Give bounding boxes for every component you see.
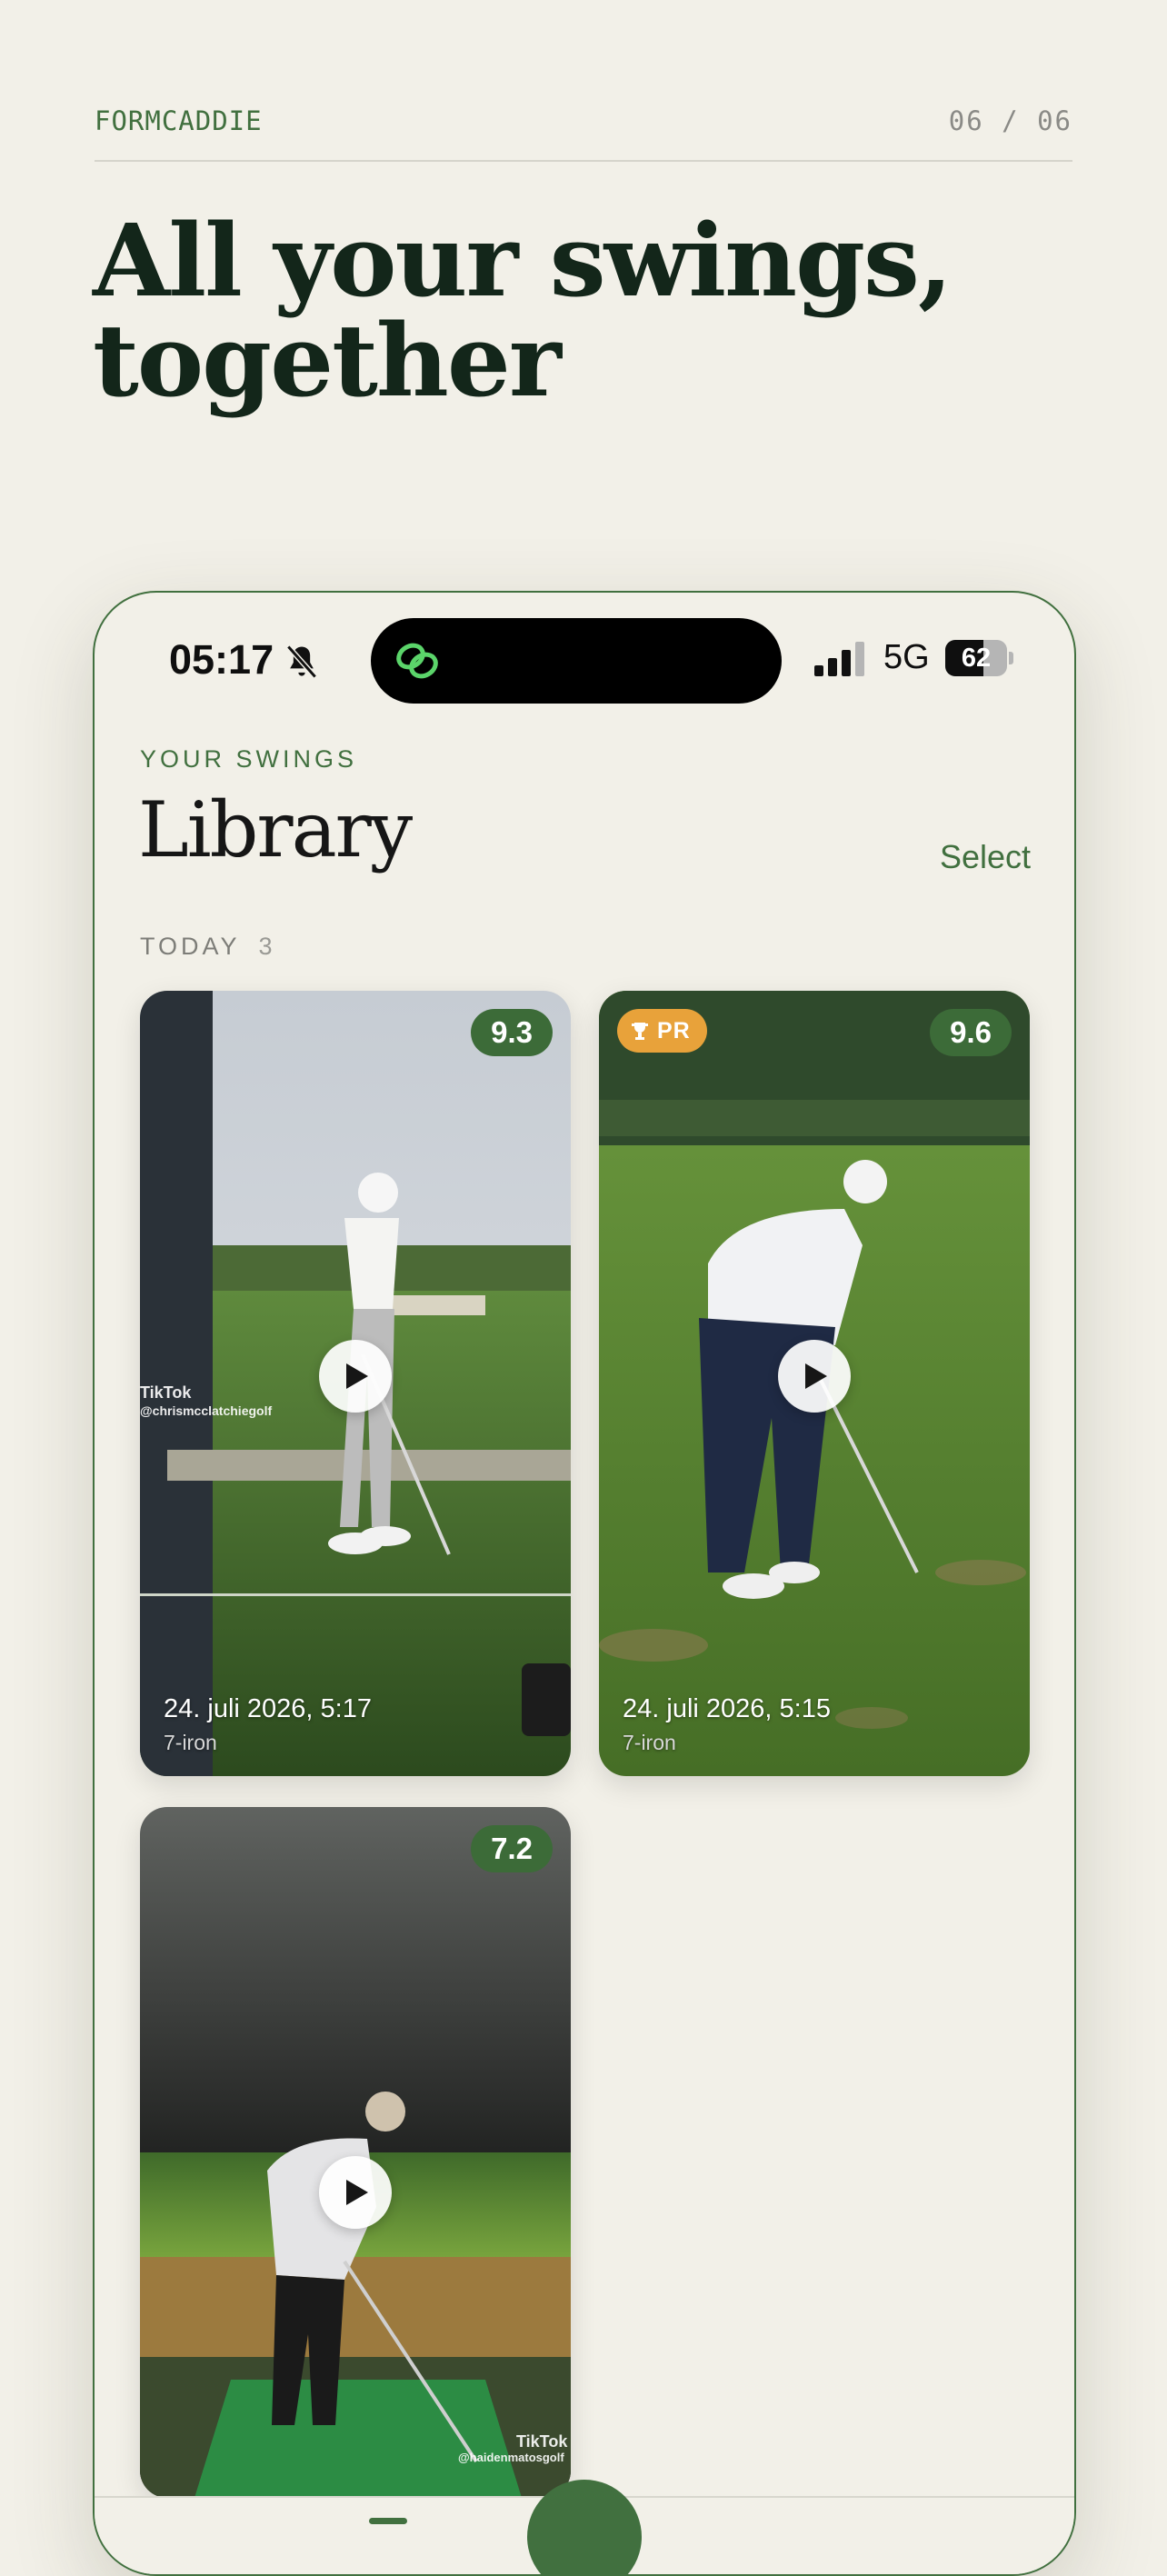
trophy-icon — [632, 1023, 648, 1040]
tiktok-watermark: TikTok — [140, 1383, 192, 1402]
tiktok-handle: @haidenmatosgolf — [458, 2451, 564, 2464]
section-count: 3 — [258, 933, 276, 960]
play-button[interactable] — [778, 1340, 851, 1413]
top-bar: FORMCADDIE 06 / 06 — [95, 100, 1072, 162]
section-header-today: TODAY 3 — [140, 933, 276, 961]
pr-label: PR — [657, 1018, 691, 1043]
swing-card[interactable]: PR 9.6 24. juli 2026, 5:15 7-iron — [599, 991, 1030, 1776]
section-label: TODAY — [140, 933, 241, 960]
swing-card[interactable]: 9.3 TikTok @chrismcclatchiegolf 24. juli… — [140, 991, 571, 1776]
library-title: Library — [138, 785, 413, 874]
card-date: 24. juli 2026, 5:17 — [164, 1694, 372, 1723]
card-club: 7-iron — [164, 1731, 217, 1754]
play-button[interactable] — [319, 2156, 392, 2229]
play-icon — [346, 2180, 368, 2205]
battery-level: 62 — [961, 644, 992, 673]
tiktok-handle: @chrismcclatchiegolf — [140, 1403, 273, 1418]
status-time: 05:17 — [169, 636, 274, 683]
tab-indicator[interactable] — [369, 2518, 407, 2524]
signal-icon — [814, 642, 864, 676]
play-icon — [346, 1363, 368, 1389]
card-club: 7-iron — [623, 1731, 676, 1754]
battery-icon: 62 — [945, 640, 1014, 676]
score-badge: 9.6 — [930, 1009, 1012, 1056]
swing-thumbnail — [140, 1807, 571, 2498]
swing-card[interactable]: 7.2 TikTok @haidenmatosgolf — [140, 1807, 571, 2498]
bell-slash-icon — [286, 644, 317, 679]
pr-badge: PR — [617, 1009, 707, 1053]
play-icon — [805, 1363, 827, 1389]
app-logo-icon — [396, 643, 438, 679]
library-eyebrow: YOUR SWINGS — [140, 745, 358, 773]
brand-name: FORMCADDIE — [95, 105, 263, 136]
card-date: 24. juli 2026, 5:15 — [623, 1694, 831, 1723]
page-indicator: 06 / 06 — [948, 105, 1072, 136]
score-badge: 7.2 — [471, 1825, 553, 1872]
network-type: 5G — [883, 638, 930, 676]
select-button[interactable]: Select — [940, 838, 1031, 876]
play-button[interactable] — [319, 1340, 392, 1413]
phone-mockup: 05:17 5G 62 YOUR SWINGS Library Select T… — [93, 591, 1076, 2576]
tiktok-watermark: TikTok — [516, 2432, 568, 2451]
headline: All your swings, together — [93, 202, 953, 419]
score-badge: 9.3 — [471, 1009, 553, 1056]
tab-bar — [95, 2480, 1074, 2574]
dynamic-island — [371, 618, 782, 704]
